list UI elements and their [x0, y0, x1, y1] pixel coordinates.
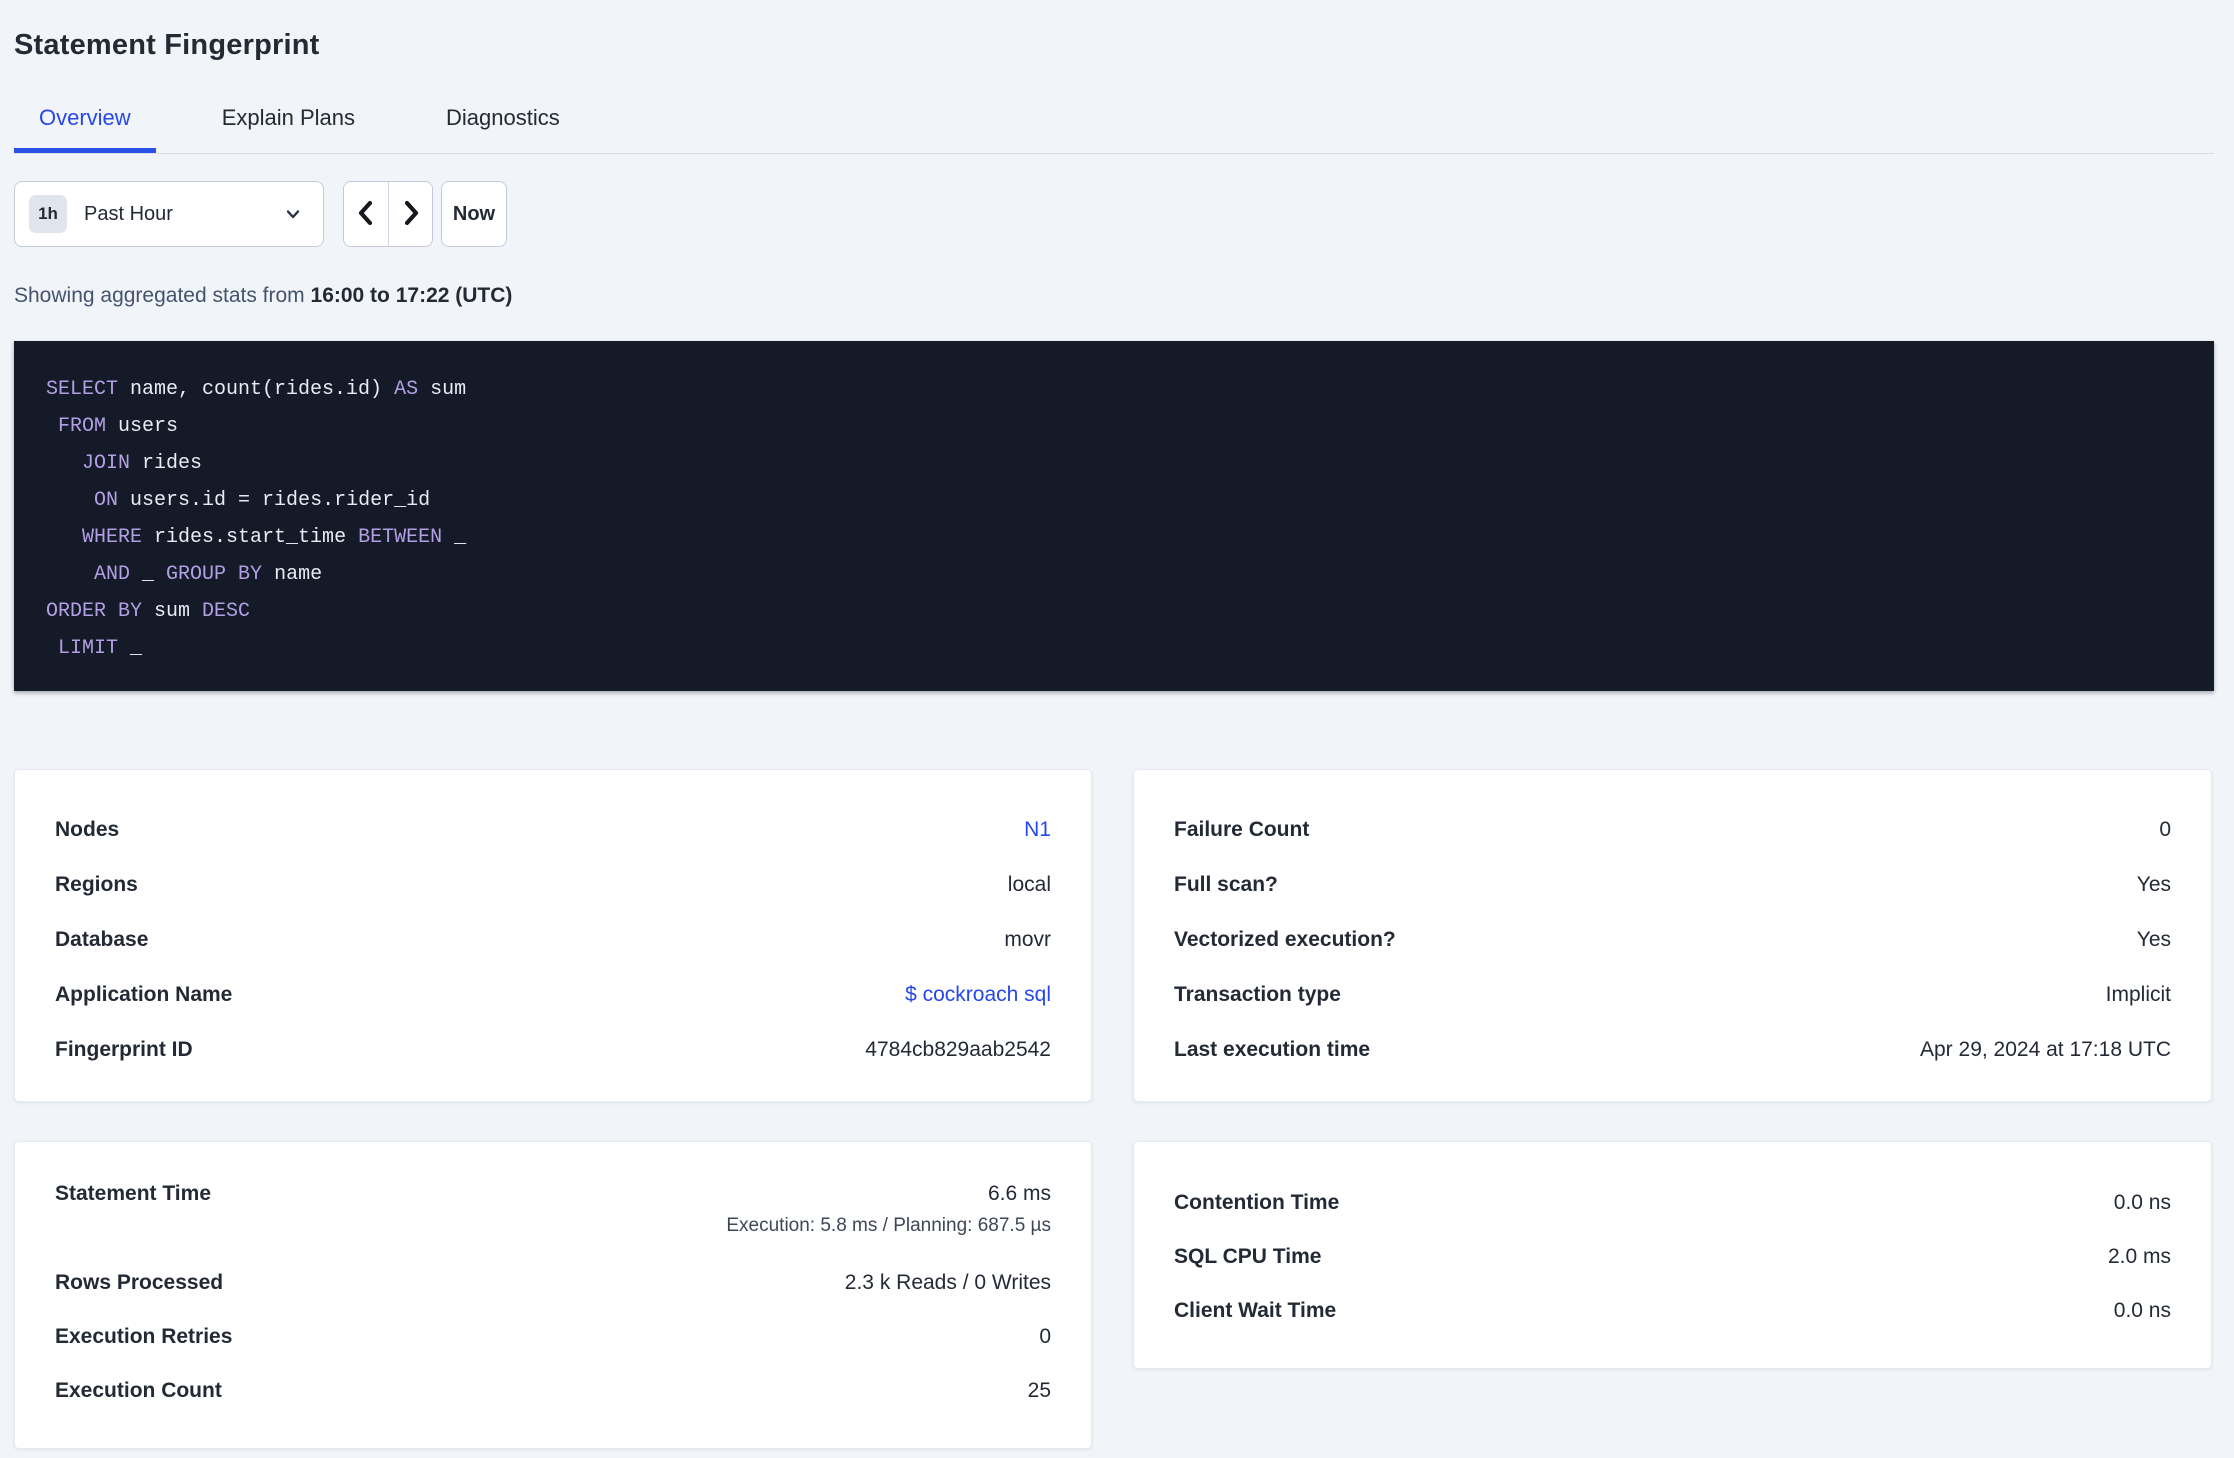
row-value: 2.0 ms: [2107, 1245, 2171, 1268]
row-value: 25: [1027, 1379, 1051, 1402]
detail-row-full-scan: Full scan? Yes: [1174, 857, 2171, 912]
details-card-left: Nodes N1 Regions local Database movr App…: [14, 769, 1092, 1102]
detail-row-fingerprint-id: Fingerprint ID 4784cb829aab2542: [55, 1022, 1051, 1077]
tab-overview[interactable]: Overview: [14, 105, 156, 153]
time-range-selector[interactable]: 1h Past Hour: [14, 181, 324, 247]
perf-row-statement-time: Statement Time 6.6 ms Execution: 5.8 ms …: [55, 1180, 1051, 1238]
sql-code: SELECT name, count(rides.id) AS sum FROM…: [46, 378, 467, 660]
row-label: Statement Time: [55, 1182, 211, 1205]
next-range-button[interactable]: [388, 182, 432, 246]
details-card-right: Failure Count 0 Full scan? Yes Vectorize…: [1133, 769, 2212, 1102]
sql-statement-box: SELECT name, count(rides.id) AS sum FROM…: [14, 341, 2214, 691]
row-label: Contention Time: [1174, 1191, 1340, 1214]
nodes-link[interactable]: N1: [1024, 818, 1051, 842]
row-value: Yes: [2136, 927, 2171, 951]
row-value: Implicit: [2105, 982, 2171, 1006]
row-value: 0.0 ns: [2113, 1191, 2171, 1214]
application-name-link[interactable]: $ cockroach sql: [905, 983, 1051, 1007]
row-value: 4784cb829aab2542: [865, 1037, 1051, 1061]
caption-time-range: 16:00 to 17:22 (UTC): [310, 284, 513, 307]
performance-card-left: Statement Time 6.6 ms Execution: 5.8 ms …: [14, 1141, 1092, 1449]
interval-badge: 1h: [29, 195, 67, 233]
row-value: movr: [1004, 927, 1051, 951]
tab-diagnostics[interactable]: Diagnostics: [421, 105, 585, 153]
row-label: Execution Retries: [55, 1325, 233, 1348]
row-label: Rows Processed: [55, 1271, 224, 1294]
perf-row-rows-processed: Rows Processed 2.3 k Reads / 0 Writes: [55, 1256, 1051, 1310]
row-label: Nodes: [55, 817, 120, 841]
prev-range-button[interactable]: [344, 182, 388, 246]
perf-row-execution-retries: Execution Retries 0: [55, 1310, 1051, 1364]
detail-row-regions: Regions local: [55, 857, 1051, 912]
row-value: 0: [2159, 817, 2171, 841]
detail-row-nodes: Nodes N1: [55, 802, 1051, 857]
chevron-down-icon: [283, 204, 303, 224]
row-label: Vectorized execution?: [1174, 927, 1396, 951]
row-value: Apr 29, 2024 at 17:18 UTC: [1920, 1037, 2171, 1061]
row-label: Full scan?: [1174, 872, 1278, 896]
detail-row-failure-count: Failure Count 0: [1174, 802, 2171, 857]
summary-cards: Nodes N1 Regions local Database movr App…: [14, 769, 2214, 1449]
row-value: local: [1007, 872, 1051, 896]
perf-row-sql-cpu-time: SQL CPU Time 2.0 ms: [1174, 1230, 2171, 1284]
perf-row-execution-count: Execution Count 25: [55, 1364, 1051, 1418]
time-window-stepper: [343, 181, 433, 247]
chevron-right-icon: [398, 199, 424, 230]
row-label: Last execution time: [1174, 1037, 1371, 1061]
detail-row-last-execution-time: Last execution time Apr 29, 2024 at 17:1…: [1174, 1022, 2171, 1077]
row-label: Fingerprint ID: [55, 1037, 193, 1061]
perf-row-client-wait-time: Client Wait Time 0.0 ns: [1174, 1284, 2171, 1338]
caption-prefix: Showing aggregated stats from: [14, 284, 305, 307]
time-range-label: Past Hour: [84, 202, 173, 225]
performance-card-right: Contention Time 0.0 ns SQL CPU Time 2.0 …: [1133, 1141, 2212, 1369]
row-label: Client Wait Time: [1174, 1299, 1337, 1322]
row-value: 2.3 k Reads / 0 Writes: [844, 1271, 1051, 1294]
perf-row-contention-time: Contention Time 0.0 ns: [1174, 1176, 2171, 1230]
row-value: Yes: [2136, 872, 2171, 896]
row-label: SQL CPU Time: [1174, 1245, 1322, 1268]
row-value: 6.6 ms: [987, 1182, 1051, 1205]
detail-row-application-name: Application Name $ cockroach sql: [55, 967, 1051, 1022]
detail-row-database: Database movr: [55, 912, 1051, 967]
time-controls: 1h Past Hour Now: [14, 181, 2214, 247]
row-label: Execution Count: [55, 1379, 222, 1402]
chevron-left-icon: [353, 199, 379, 230]
aggregated-stats-caption: Showing aggregated stats from 16:00 to 1…: [14, 283, 2214, 309]
row-label: Transaction type: [1174, 982, 1341, 1006]
statement-fingerprint-page: Statement Fingerprint Overview Explain P…: [0, 0, 2234, 1449]
statement-time-breakdown: Execution: 5.8 ms / Planning: 687.5 µs: [726, 1215, 1051, 1236]
row-label: Failure Count: [1174, 817, 1310, 841]
row-label: Database: [55, 927, 149, 951]
detail-row-vectorized-execution: Vectorized execution? Yes: [1174, 912, 2171, 967]
page-title: Statement Fingerprint: [14, 29, 320, 61]
now-button[interactable]: Now: [441, 181, 507, 247]
row-value: 0.0 ns: [2113, 1299, 2171, 1322]
row-label: Regions: [55, 872, 138, 896]
detail-row-transaction-type: Transaction type Implicit: [1174, 967, 2171, 1022]
tab-bar: Overview Explain Plans Diagnostics: [14, 105, 2214, 154]
row-label: Application Name: [55, 982, 233, 1006]
row-value: 0: [1039, 1325, 1051, 1348]
tab-explain-plans[interactable]: Explain Plans: [197, 105, 380, 153]
